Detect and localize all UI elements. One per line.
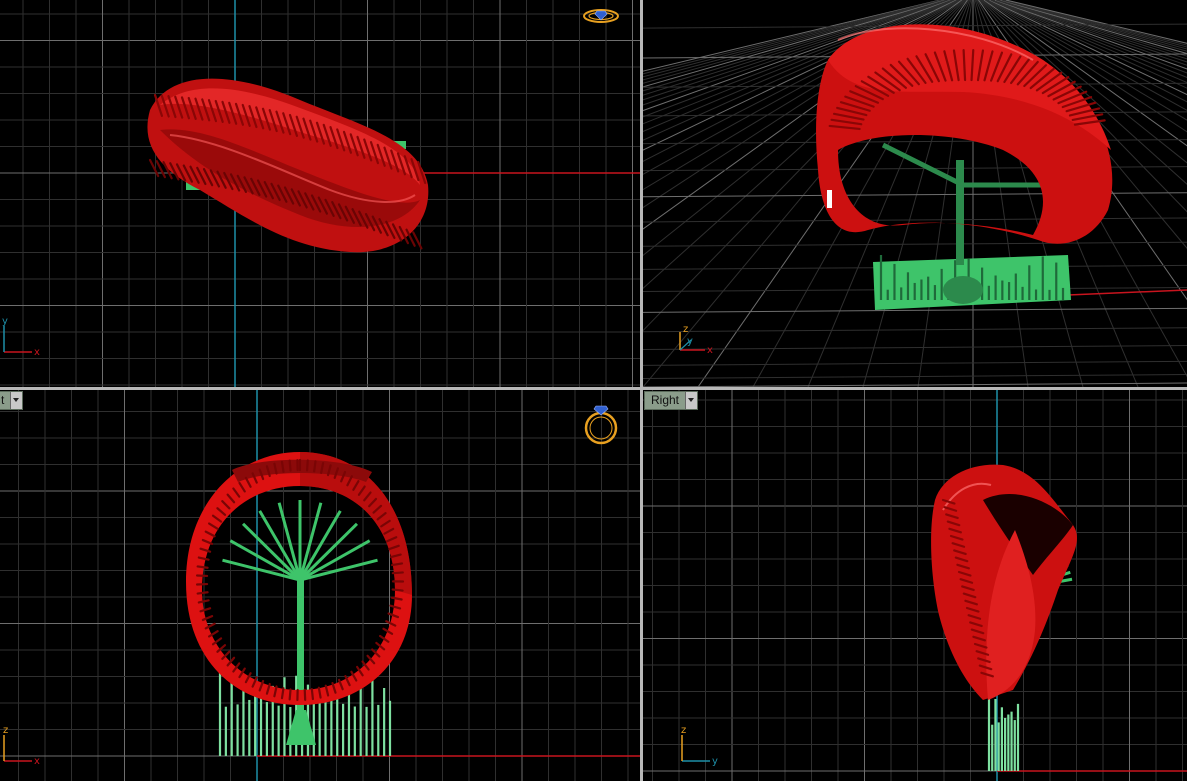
ring-model-perspective — [816, 24, 1113, 244]
right-canvas[interactable]: z y — [643, 390, 1187, 781]
top-canvas[interactable]: y x — [0, 0, 640, 387]
axis-triad-top: y x — [2, 316, 40, 358]
x-axis-line — [1067, 289, 1187, 296]
axis-label-z: z — [681, 725, 686, 736]
axis-label-z: z — [3, 725, 8, 736]
axis-label-x: x — [707, 345, 713, 356]
grid-right — [643, 390, 1187, 781]
viewport-tab-right[interactable]: Right — [644, 391, 699, 410]
ring-gem-icon[interactable] — [583, 9, 619, 23]
axis-label-x: x — [34, 347, 40, 358]
viewport-splitter-vertical[interactable] — [640, 0, 643, 781]
viewport-tab-front[interactable]: t — [0, 391, 24, 410]
viewport-front[interactable]: z x t — [0, 390, 640, 781]
axis-label-x: x — [34, 756, 40, 767]
viewport-perspective[interactable]: z y x — [643, 0, 1187, 387]
axis-label-y: y — [687, 336, 693, 347]
viewport-tab-label: Right — [645, 392, 686, 409]
viewport-splitter-horizontal[interactable] — [0, 387, 1187, 390]
axis-label-y: y — [712, 756, 718, 767]
chevron-down-icon[interactable] — [10, 392, 23, 409]
front-canvas[interactable]: z x — [0, 390, 640, 781]
support-tree — [218, 500, 392, 756]
axis-triad-front: z x — [3, 725, 40, 767]
axis-label-z: z — [683, 324, 688, 335]
viewport-right[interactable]: z y Right — [643, 390, 1187, 781]
perspective-canvas[interactable]: z y x — [643, 0, 1187, 387]
axis-triad-perspective: z y x — [679, 324, 713, 356]
axis-triad-right: z y — [681, 725, 718, 767]
axis-label-y: y — [2, 316, 8, 327]
chevron-down-icon[interactable] — [685, 392, 698, 409]
viewport-tab-label: t — [0, 392, 11, 409]
viewport-top[interactable]: y x — [0, 0, 640, 387]
